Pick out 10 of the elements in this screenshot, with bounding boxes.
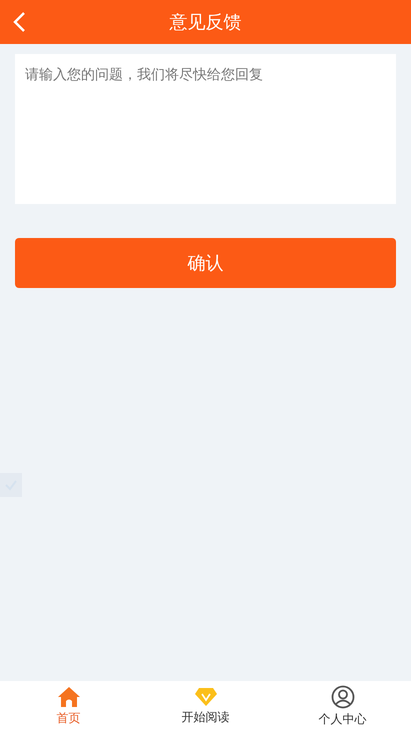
tab-item[interactable]: 开始阅读 <box>137 681 274 731</box>
page-title: 意见反馈 <box>170 11 242 34</box>
house-icon <box>56 686 80 708</box>
tab-item[interactable]: 个人中心 <box>274 681 411 731</box>
diamond-icon <box>194 686 218 706</box>
feedback-input[interactable]: 请输入您的问题，我们将尽快给您回复 <box>15 54 396 204</box>
user-icon <box>330 684 354 708</box>
back-icon <box>12 11 26 33</box>
back-button[interactable] <box>12 10 26 34</box>
floating-check-button[interactable] <box>0 473 22 497</box>
